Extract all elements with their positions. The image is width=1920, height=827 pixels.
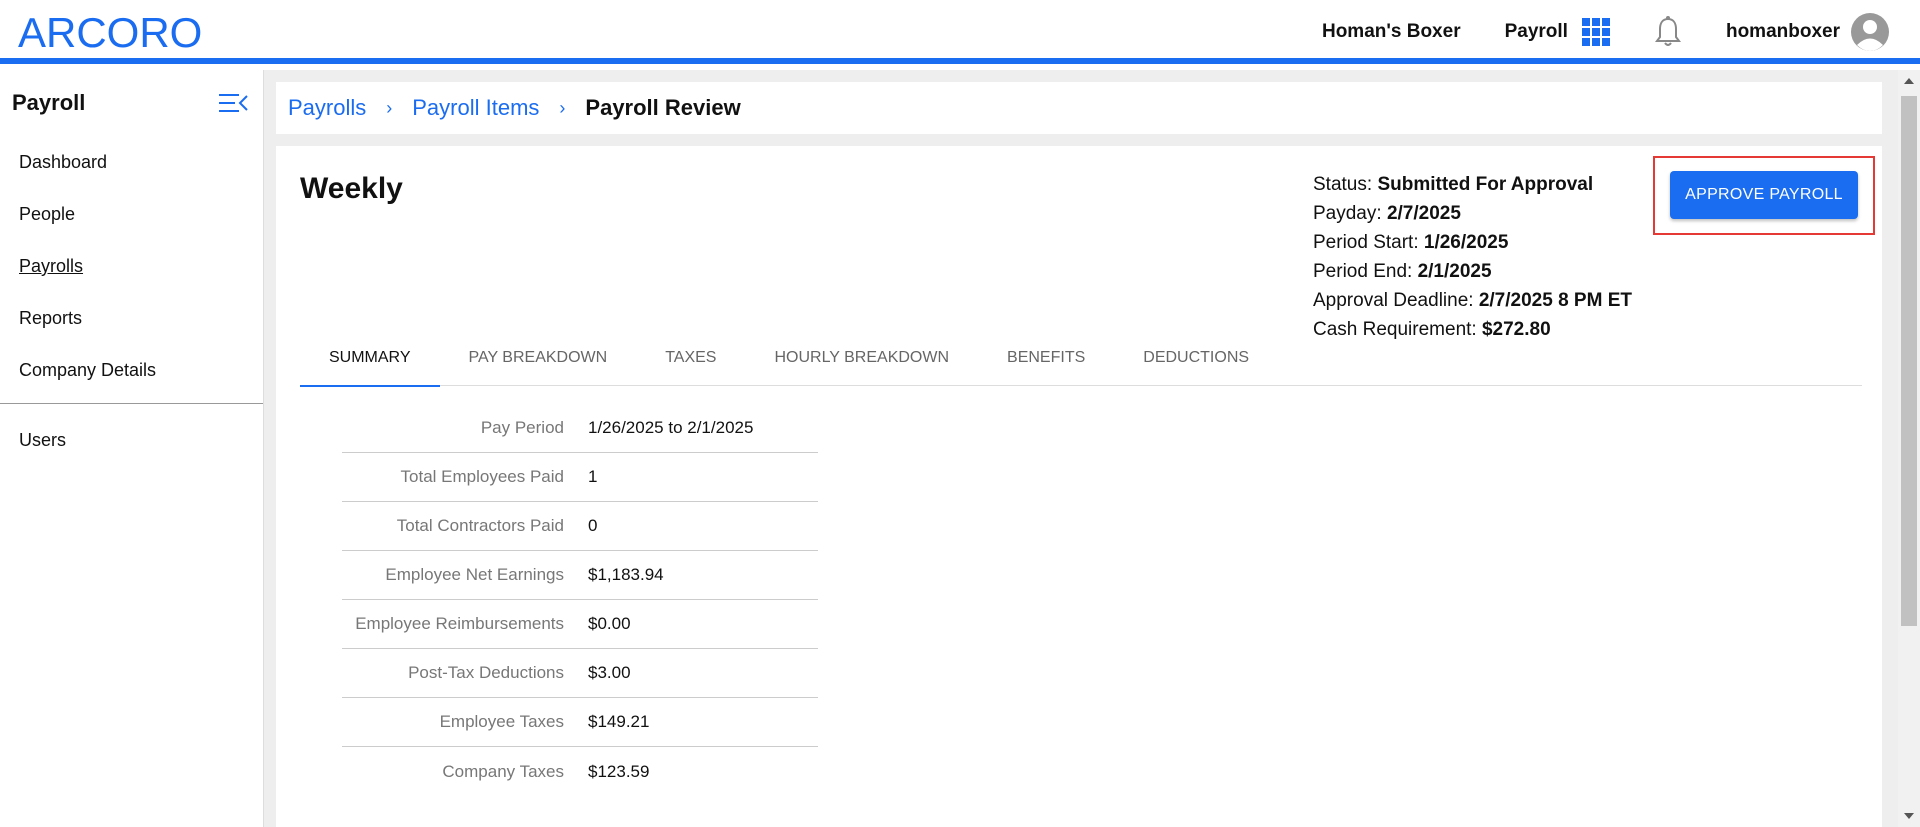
sidebar-item-people[interactable]: People bbox=[0, 188, 263, 240]
summary-row: Post-Tax Deductions $3.00 bbox=[342, 649, 818, 698]
top-bar: ARCORO Homan's Boxer Payroll homanboxer bbox=[0, 0, 1920, 64]
scroll-thumb[interactable] bbox=[1901, 96, 1917, 626]
deadline-label: Approval Deadline: bbox=[1313, 290, 1474, 311]
payroll-review-card: Weekly Status: Submitted For Approval Pa… bbox=[276, 146, 1882, 827]
summary-value: 1/26/2025 to 2/1/2025 bbox=[588, 418, 754, 437]
company-switcher[interactable]: Homan's Boxer bbox=[1322, 21, 1461, 43]
sidebar-divider bbox=[0, 403, 263, 404]
tab-benefits[interactable]: BENEFITS bbox=[978, 338, 1114, 386]
period-end-value: 2/1/2025 bbox=[1417, 261, 1492, 282]
summary-value: $1,183.94 bbox=[588, 565, 664, 584]
period-start-label: Period Start: bbox=[1313, 232, 1419, 253]
deadline-value: 2/7/2025 8 PM ET bbox=[1478, 290, 1632, 311]
cash-label: Cash Requirement: bbox=[1313, 319, 1477, 340]
deadline-line: Approval Deadline: 2/7/2025 8 PM ET bbox=[1313, 286, 1632, 315]
breadcrumb-current: Payroll Review bbox=[585, 95, 741, 120]
summary-row: Pay Period 1/26/2025 to 2/1/2025 bbox=[342, 404, 818, 453]
tab-hourly-breakdown[interactable]: HOURLY BREAKDOWN bbox=[745, 338, 978, 386]
apps-grid-icon[interactable] bbox=[1581, 18, 1610, 46]
sidebar-title: Payroll bbox=[12, 90, 86, 115]
payday-line: Payday: 2/7/2025 bbox=[1313, 199, 1632, 228]
summary-row: Total Employees Paid 1 bbox=[342, 453, 818, 502]
logo-text: ARCORO bbox=[18, 9, 203, 56]
summary-label: Post-Tax Deductions bbox=[408, 663, 564, 682]
status-value: Submitted For Approval bbox=[1377, 174, 1594, 195]
sidebar-item-users[interactable]: Users bbox=[0, 414, 263, 466]
tab-summary[interactable]: SUMMARY bbox=[300, 338, 440, 387]
summary-label: Pay Period bbox=[480, 418, 564, 437]
top-right-controls: Homan's Boxer Payroll homanboxer bbox=[1322, 0, 1890, 64]
summary-label: Employee Net Earnings bbox=[385, 565, 564, 584]
sidebar-item-dashboard[interactable]: Dashboard bbox=[0, 136, 263, 188]
approve-highlight: APPROVE PAYROLL bbox=[1653, 156, 1875, 235]
tab-taxes[interactable]: TAXES bbox=[636, 338, 745, 386]
vertical-scrollbar[interactable] bbox=[1898, 70, 1920, 827]
summary-value: $0.00 bbox=[588, 614, 631, 633]
period-start-value: 1/26/2025 bbox=[1423, 232, 1509, 253]
summary-label: Total Contractors Paid bbox=[396, 516, 564, 535]
sidebar-collapse-icon[interactable] bbox=[217, 91, 249, 115]
approve-payroll-button[interactable]: APPROVE PAYROLL bbox=[1670, 171, 1858, 219]
sidebar-header: Payroll bbox=[0, 70, 263, 136]
status-label: Status: bbox=[1313, 174, 1373, 195]
summary-value: $149.21 bbox=[588, 712, 650, 731]
page-title: Weekly bbox=[300, 172, 403, 205]
summary-value: 1 bbox=[588, 467, 598, 486]
period-end-label: Period End: bbox=[1313, 261, 1413, 282]
scroll-down-arrow-icon[interactable] bbox=[1904, 813, 1914, 819]
tab-pay-breakdown[interactable]: PAY BREAKDOWN bbox=[440, 338, 637, 386]
summary-label: Employee Reimbursements bbox=[355, 614, 564, 633]
scroll-up-arrow-icon[interactable] bbox=[1904, 78, 1914, 84]
summary-table: Pay Period 1/26/2025 to 2/1/2025 Total Em… bbox=[342, 404, 818, 796]
sidebar: Payroll Dashboard People Payrolls Report… bbox=[0, 70, 264, 827]
main-content: Payrolls › Payroll Items › Payroll Revie… bbox=[264, 70, 1898, 827]
avatar-icon[interactable] bbox=[1850, 12, 1890, 52]
summary-label: Total Employees Paid bbox=[400, 467, 564, 486]
summary-row: Employee Taxes $149.21 bbox=[342, 698, 818, 747]
summary-row: Employee Reimbursements $0.00 bbox=[342, 600, 818, 649]
summary-label: Company Taxes bbox=[442, 761, 564, 781]
tab-bar: SUMMARY PAY BREAKDOWN TAXES HOURLY BREAK… bbox=[300, 338, 1862, 387]
period-start-line: Period Start: 1/26/2025 bbox=[1313, 228, 1632, 257]
sidebar-item-payrolls[interactable]: Payrolls bbox=[0, 240, 263, 292]
username: homanboxer bbox=[1725, 21, 1840, 42]
summary-value: $123.59 bbox=[588, 761, 650, 781]
payday-value: 2/7/2025 bbox=[1386, 203, 1461, 224]
period-end-line: Period End: 2/1/2025 bbox=[1313, 257, 1632, 286]
payday-label: Payday: bbox=[1313, 203, 1382, 224]
summary-row: Total Contractors Paid 0 bbox=[342, 502, 818, 551]
summary-label: Employee Taxes bbox=[439, 712, 564, 731]
cash-value: $272.80 bbox=[1481, 319, 1551, 340]
arcoro-logo[interactable]: ARCORO bbox=[18, 10, 202, 56]
tab-deductions[interactable]: DEDUCTIONS bbox=[1114, 338, 1278, 386]
app-switcher[interactable]: Payroll bbox=[1505, 18, 1610, 46]
app-name: Payroll bbox=[1504, 21, 1568, 42]
breadcrumb-payrolls[interactable]: Payrolls bbox=[288, 95, 366, 121]
breadcrumb: Payrolls › Payroll Items › Payroll Revie… bbox=[276, 82, 1882, 134]
sidebar-item-company-details[interactable]: Company Details bbox=[0, 344, 263, 396]
breadcrumb-payroll-items[interactable]: Payroll Items bbox=[412, 95, 539, 121]
summary-value: 0 bbox=[588, 516, 598, 535]
breadcrumb-separator: › bbox=[386, 97, 393, 118]
sidebar-item-reports[interactable]: Reports bbox=[0, 292, 263, 344]
bell-icon[interactable] bbox=[1654, 16, 1682, 48]
summary-value: $3.00 bbox=[588, 663, 631, 682]
status-line: Status: Submitted For Approval bbox=[1313, 170, 1632, 199]
breadcrumb-separator: › bbox=[559, 97, 566, 118]
payroll-status-block: Status: Submitted For Approval Payday: 2… bbox=[1313, 170, 1632, 344]
user-menu[interactable]: homanboxer bbox=[1726, 12, 1890, 52]
summary-row: Employee Net Earnings $1,183.94 bbox=[342, 551, 818, 600]
summary-row: Company Taxes $123.59 bbox=[342, 747, 818, 796]
